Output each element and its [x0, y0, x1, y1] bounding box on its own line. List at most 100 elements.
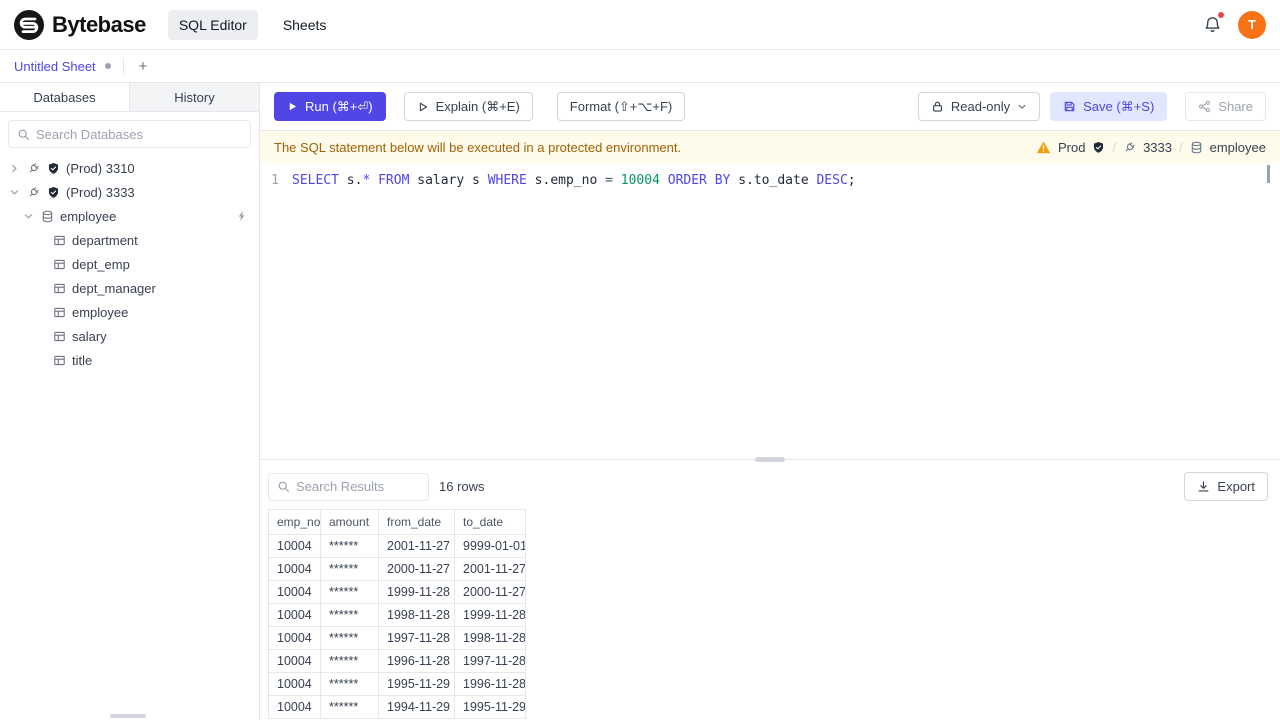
- chevron-right-icon[interactable]: [8, 161, 21, 176]
- context-separator: /: [1112, 139, 1117, 155]
- connect-icon[interactable]: [234, 209, 249, 224]
- column-header-amount[interactable]: amount: [320, 509, 379, 535]
- tree-table-dept-manager[interactable]: dept_manager: [0, 276, 259, 300]
- database-search-box: [8, 120, 251, 148]
- format-label: Format (⇧+⌥+F): [569, 98, 673, 114]
- result-cell: 1998-11-28: [454, 626, 526, 650]
- brand[interactable]: Bytebase: [14, 9, 146, 40]
- sql-token: 10004: [620, 173, 660, 188]
- explain-button[interactable]: Explain (⌘+E): [403, 92, 533, 121]
- nav-sheets[interactable]: Sheets: [272, 10, 338, 40]
- share-icon: [1198, 100, 1211, 113]
- save-label: Save (⌘+S): [1083, 98, 1155, 114]
- sql-token: s.: [338, 173, 363, 188]
- table-icon: [52, 305, 67, 320]
- bytebase-app: Bytebase SQL Editor Sheets T Untitled Sh…: [0, 0, 1280, 720]
- editor-scrollbar-thumb[interactable]: [1267, 165, 1270, 183]
- readonly-label: Read-only: [950, 99, 1011, 114]
- row-count: 16 rows: [439, 479, 485, 494]
- add-sheet-button[interactable]: +: [132, 56, 155, 77]
- readonly-mode-button[interactable]: Read-only: [917, 92, 1041, 121]
- results-toolbar: 16 rows Export: [260, 464, 1280, 509]
- column-header-from-date[interactable]: from_date: [378, 509, 455, 535]
- column-header-to-date[interactable]: to_date: [454, 509, 526, 535]
- save-button[interactable]: Save (⌘+S): [1050, 92, 1168, 121]
- result-cell: 1998-11-28: [378, 603, 455, 627]
- result-cell: 1994-11-29: [378, 695, 455, 719]
- sql-token: =: [605, 173, 613, 188]
- tree-table-salary[interactable]: salary: [0, 324, 259, 348]
- tree-table-department[interactable]: department: [0, 228, 259, 252]
- tree-item-label: (Prod) 3333: [66, 184, 135, 200]
- instance-label[interactable]: 3333: [1143, 140, 1172, 155]
- results-row[interactable]: 10004 ****** 1999-11-28 2000-11-27: [268, 580, 526, 604]
- tree-table-title[interactable]: title: [0, 348, 259, 372]
- play-outline-icon: [417, 101, 429, 113]
- tree-table-dept-emp[interactable]: dept_emp: [0, 252, 259, 276]
- run-label: Run (⌘+⏎): [305, 98, 373, 114]
- nav-sql-editor[interactable]: SQL Editor: [167, 9, 258, 40]
- connection-context: Prod / 3333 / employee: [1036, 140, 1266, 155]
- chevron-down-icon[interactable]: [22, 209, 35, 224]
- save-icon: [1063, 100, 1076, 113]
- toolbar-right-group: Read-only Save (⌘+S) Share: [917, 92, 1266, 121]
- tree-instance-prod-3310[interactable]: (Prod) 3310: [0, 156, 259, 180]
- result-cell: 10004: [268, 626, 321, 650]
- code-line: 1 SELECT s.* FROM salary s WHERE s.emp_n…: [260, 170, 1280, 191]
- shield-icon: [46, 161, 61, 176]
- banner-message: The SQL statement below will be executed…: [274, 139, 682, 155]
- sql-editor[interactable]: 1 SELECT s.* FROM salary s WHERE s.emp_n…: [260, 163, 1280, 459]
- sheet-tabstrip: Untitled Sheet +: [0, 50, 1280, 83]
- header-actions: T: [1203, 10, 1266, 39]
- tree-database-employee[interactable]: employee: [0, 204, 259, 228]
- results-row[interactable]: 10004 ****** 1998-11-28 1999-11-28: [268, 603, 526, 627]
- database-icon: [40, 209, 55, 224]
- tree-item-label: employee: [60, 208, 117, 224]
- results-resize-handle[interactable]: [260, 457, 1280, 464]
- results-row[interactable]: 10004 ****** 1996-11-28 1997-11-28: [268, 649, 526, 673]
- tree-item-label: department: [72, 232, 138, 248]
- sql-token: s.emp_no: [526, 173, 606, 188]
- tab-databases[interactable]: Databases: [0, 83, 130, 111]
- export-button[interactable]: Export: [1184, 472, 1268, 501]
- results-row[interactable]: 10004 ****** 2001-11-27 9999-01-01: [268, 534, 526, 558]
- column-header-emp-no[interactable]: emp_no: [268, 509, 321, 535]
- tab-history[interactable]: History: [130, 83, 259, 111]
- result-cell: 10004: [268, 649, 321, 673]
- database-label[interactable]: employee: [1210, 140, 1266, 155]
- results-row[interactable]: 10004 ****** 2000-11-27 2001-11-27: [268, 557, 526, 581]
- environment-label[interactable]: Prod: [1058, 140, 1085, 155]
- format-button[interactable]: Format (⇧+⌥+F): [556, 92, 686, 121]
- sql-token: s.to_date: [730, 173, 817, 188]
- result-cell: 1995-11-29: [378, 672, 455, 696]
- run-button[interactable]: Run (⌘+⏎): [274, 92, 386, 121]
- result-cell: 1996-11-28: [378, 649, 455, 673]
- result-cell: 10004: [268, 603, 321, 627]
- context-separator: /: [1179, 139, 1183, 155]
- database-icon: [1190, 141, 1203, 154]
- sheet-tab-untitled[interactable]: Untitled Sheet: [10, 50, 115, 82]
- results-row[interactable]: 10004 ****** 1994-11-29 1995-11-29: [268, 695, 526, 719]
- result-cell: 10004: [268, 695, 321, 719]
- database-tree: (Prod) 3310 (Prod) 3333 employee department…: [0, 156, 259, 720]
- sidebar-horizontal-scrollbar[interactable]: [110, 714, 146, 718]
- share-label: Share: [1218, 99, 1253, 114]
- main-nav: SQL Editor Sheets: [167, 9, 338, 40]
- results-row[interactable]: 10004 ****** 1997-11-28 1998-11-28: [268, 626, 526, 650]
- chevron-down-icon[interactable]: [8, 185, 21, 200]
- engine-icon: [26, 161, 41, 176]
- app-header: Bytebase SQL Editor Sheets T: [0, 0, 1280, 50]
- share-button[interactable]: Share: [1185, 92, 1266, 121]
- result-cell: 1999-11-28: [454, 603, 526, 627]
- search-databases-input[interactable]: [36, 126, 242, 142]
- results-row[interactable]: 10004 ****** 1995-11-29 1996-11-28: [268, 672, 526, 696]
- export-label: Export: [1217, 479, 1255, 494]
- results-search-box: [268, 472, 429, 501]
- result-cell: 2000-11-27: [454, 580, 526, 604]
- tree-table-employee[interactable]: employee: [0, 300, 259, 324]
- tree-item-label: employee: [72, 304, 129, 320]
- tree-instance-prod-3333[interactable]: (Prod) 3333: [0, 180, 259, 204]
- search-results-input[interactable]: [296, 479, 420, 494]
- notification-bell-button[interactable]: [1203, 12, 1224, 34]
- user-avatar[interactable]: T: [1238, 10, 1266, 39]
